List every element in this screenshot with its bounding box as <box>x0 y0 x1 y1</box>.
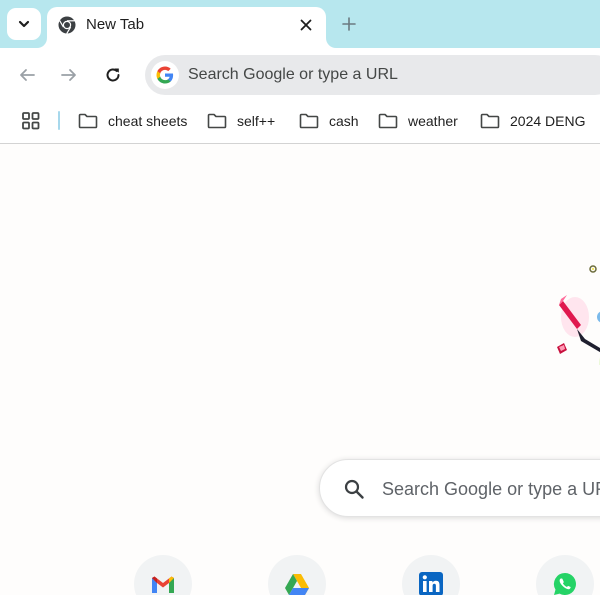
shortcut-whatsapp[interactable] <box>536 555 594 595</box>
arrow-right-icon <box>61 69 76 81</box>
bookmark-folder-2024-deng[interactable]: 2024 DENG <box>480 109 585 133</box>
plus-icon <box>342 17 356 31</box>
shortcut-gmail[interactable] <box>134 555 192 595</box>
tab-strip: New Tab <box>0 0 600 48</box>
bookmark-label: cash <box>329 113 359 129</box>
bookmark-label: weather <box>408 113 458 129</box>
tab-search-button[interactable] <box>7 8 41 40</box>
whatsapp-icon <box>553 572 576 595</box>
back-button[interactable] <box>13 61 41 89</box>
google-drive-icon <box>285 574 309 595</box>
folder-icon <box>299 113 319 129</box>
bookmark-folder-cash[interactable]: cash <box>299 109 359 133</box>
close-icon <box>300 19 312 31</box>
google-doodle[interactable] <box>545 255 600 365</box>
bookmark-folder-weather[interactable]: weather <box>378 109 458 133</box>
ntp-search-box[interactable]: Search Google or type a URL <box>319 459 600 517</box>
tab-new-tab[interactable]: New Tab <box>47 7 326 48</box>
bookmark-folder-cheat-sheets[interactable]: cheat sheets <box>78 109 187 133</box>
reload-button[interactable] <box>99 61 127 89</box>
toolbar: Search Google or type a URL <box>0 48 600 102</box>
bookmark-folder-self[interactable]: self++ <box>207 109 275 133</box>
shortcut-linkedin[interactable] <box>402 555 460 595</box>
linkedin-icon <box>419 572 443 595</box>
new-tab-page: Search Google or type a URL <box>0 145 600 595</box>
apps-grid-icon[interactable] <box>21 111 41 131</box>
reload-icon <box>106 68 120 82</box>
new-tab-button[interactable] <box>337 12 361 36</box>
folder-icon <box>207 113 227 129</box>
chrome-icon <box>58 16 76 34</box>
bookmark-label: self++ <box>237 113 276 129</box>
google-g-icon <box>151 61 179 89</box>
ntp-search-placeholder: Search Google or type a URL <box>382 479 600 499</box>
tab-close-button[interactable] <box>295 14 317 36</box>
forward-button[interactable] <box>55 61 83 89</box>
folder-icon <box>480 113 500 129</box>
bookmark-label: cheat sheets <box>108 113 188 129</box>
bookmarks-divider <box>58 111 60 130</box>
bookmark-label: 2024 DENG <box>510 113 586 129</box>
gmail-icon <box>152 576 174 593</box>
address-bar[interactable]: Search Google or type a URL <box>145 55 600 95</box>
shortcut-google-drive[interactable] <box>268 555 326 595</box>
folder-icon <box>78 113 98 129</box>
search-icon <box>344 479 364 499</box>
chevron-down-icon <box>18 20 30 28</box>
arrow-left-icon <box>20 69 35 81</box>
bookmarks-bar: cheat sheets self++ cash weather 2024 DE… <box>0 102 600 144</box>
address-bar-placeholder: Search Google or type a URL <box>188 66 398 83</box>
tab-title: New Tab <box>86 16 145 33</box>
folder-icon <box>378 113 398 129</box>
